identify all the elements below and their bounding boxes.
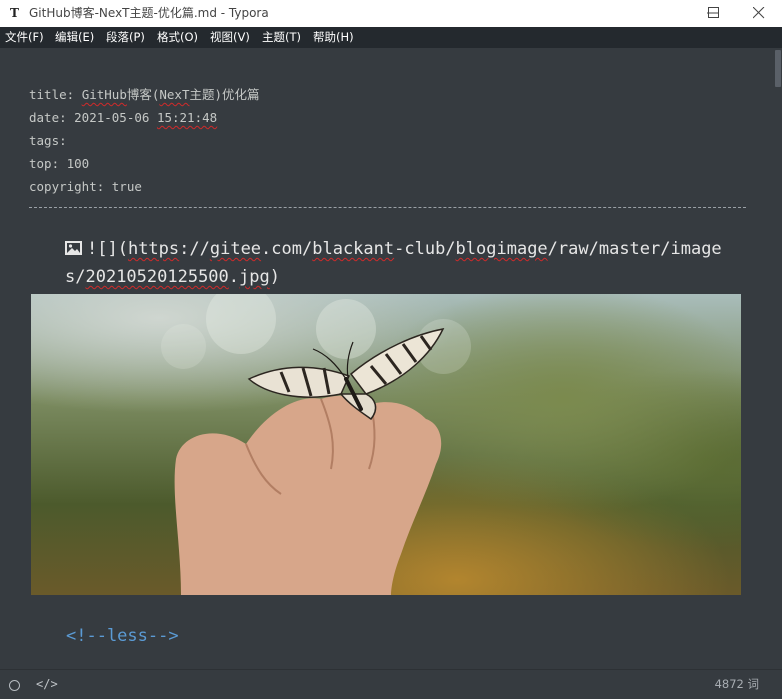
image-markdown-line-1[interactable]: ![](https://gitee.com/blackant-club/blog… (65, 235, 722, 263)
scrollbar-thumb[interactable] (775, 50, 781, 87)
maximize-icon (708, 7, 719, 18)
butterfly-wing (247, 366, 351, 398)
more-comment[interactable]: <!--less--> (66, 624, 179, 648)
editor-area[interactable]: title: GitHub博客(NexT主题)优化篇 date: 2021-05… (0, 48, 782, 669)
scrollbar[interactable] (772, 48, 782, 669)
source-code-toggle[interactable]: </> (36, 677, 58, 691)
butterfly-hand-photo (31, 294, 741, 595)
front-matter-tags[interactable]: tags: (29, 132, 67, 150)
window-title: GitHub博客-NexT主题-优化篇.md - Typora (29, 6, 269, 20)
status-bar: </> 4872 词 (0, 669, 782, 699)
menu-help[interactable]: 帮助(H) (313, 27, 354, 48)
menu-paragraph[interactable]: 段落(P) (106, 27, 145, 48)
circle-icon[interactable] (9, 680, 20, 691)
menu-theme[interactable]: 主题(T) (262, 27, 301, 48)
front-matter-title[interactable]: title: GitHub博客(NexT主题)优化篇 (29, 86, 260, 104)
menu-format[interactable]: 格式(O) (157, 27, 198, 48)
butterfly-wing (349, 327, 445, 395)
front-matter-copyright[interactable]: copyright: true (29, 178, 142, 196)
image-icon (65, 241, 82, 255)
menu-file[interactable]: 文件(F) (5, 27, 44, 48)
hand-shape (174, 395, 442, 595)
close-icon (753, 7, 765, 19)
close-button[interactable] (736, 0, 782, 27)
front-matter-separator (29, 207, 746, 208)
front-matter-date[interactable]: date: 2021-05-06 15:21:48 (29, 109, 217, 127)
maximize-button[interactable] (691, 0, 737, 27)
typora-logo-icon: T (10, 6, 19, 20)
menu-bar: 文件(F) 编辑(E) 段落(P) 格式(O) 视图(V) 主题(T) 帮助(H… (0, 27, 782, 48)
menu-view[interactable]: 视图(V) (210, 27, 250, 48)
front-matter-top[interactable]: top: 100 (29, 155, 89, 173)
word-count[interactable]: 4872 词 (715, 670, 759, 699)
image-markdown-line-2[interactable]: s/20210520125500.jpg) (65, 263, 280, 291)
photo-subject (174, 327, 445, 595)
menu-edit[interactable]: 编辑(E) (55, 27, 94, 48)
title-bar: T GitHub博客-NexT主题-优化篇.md - Typora (0, 0, 782, 27)
